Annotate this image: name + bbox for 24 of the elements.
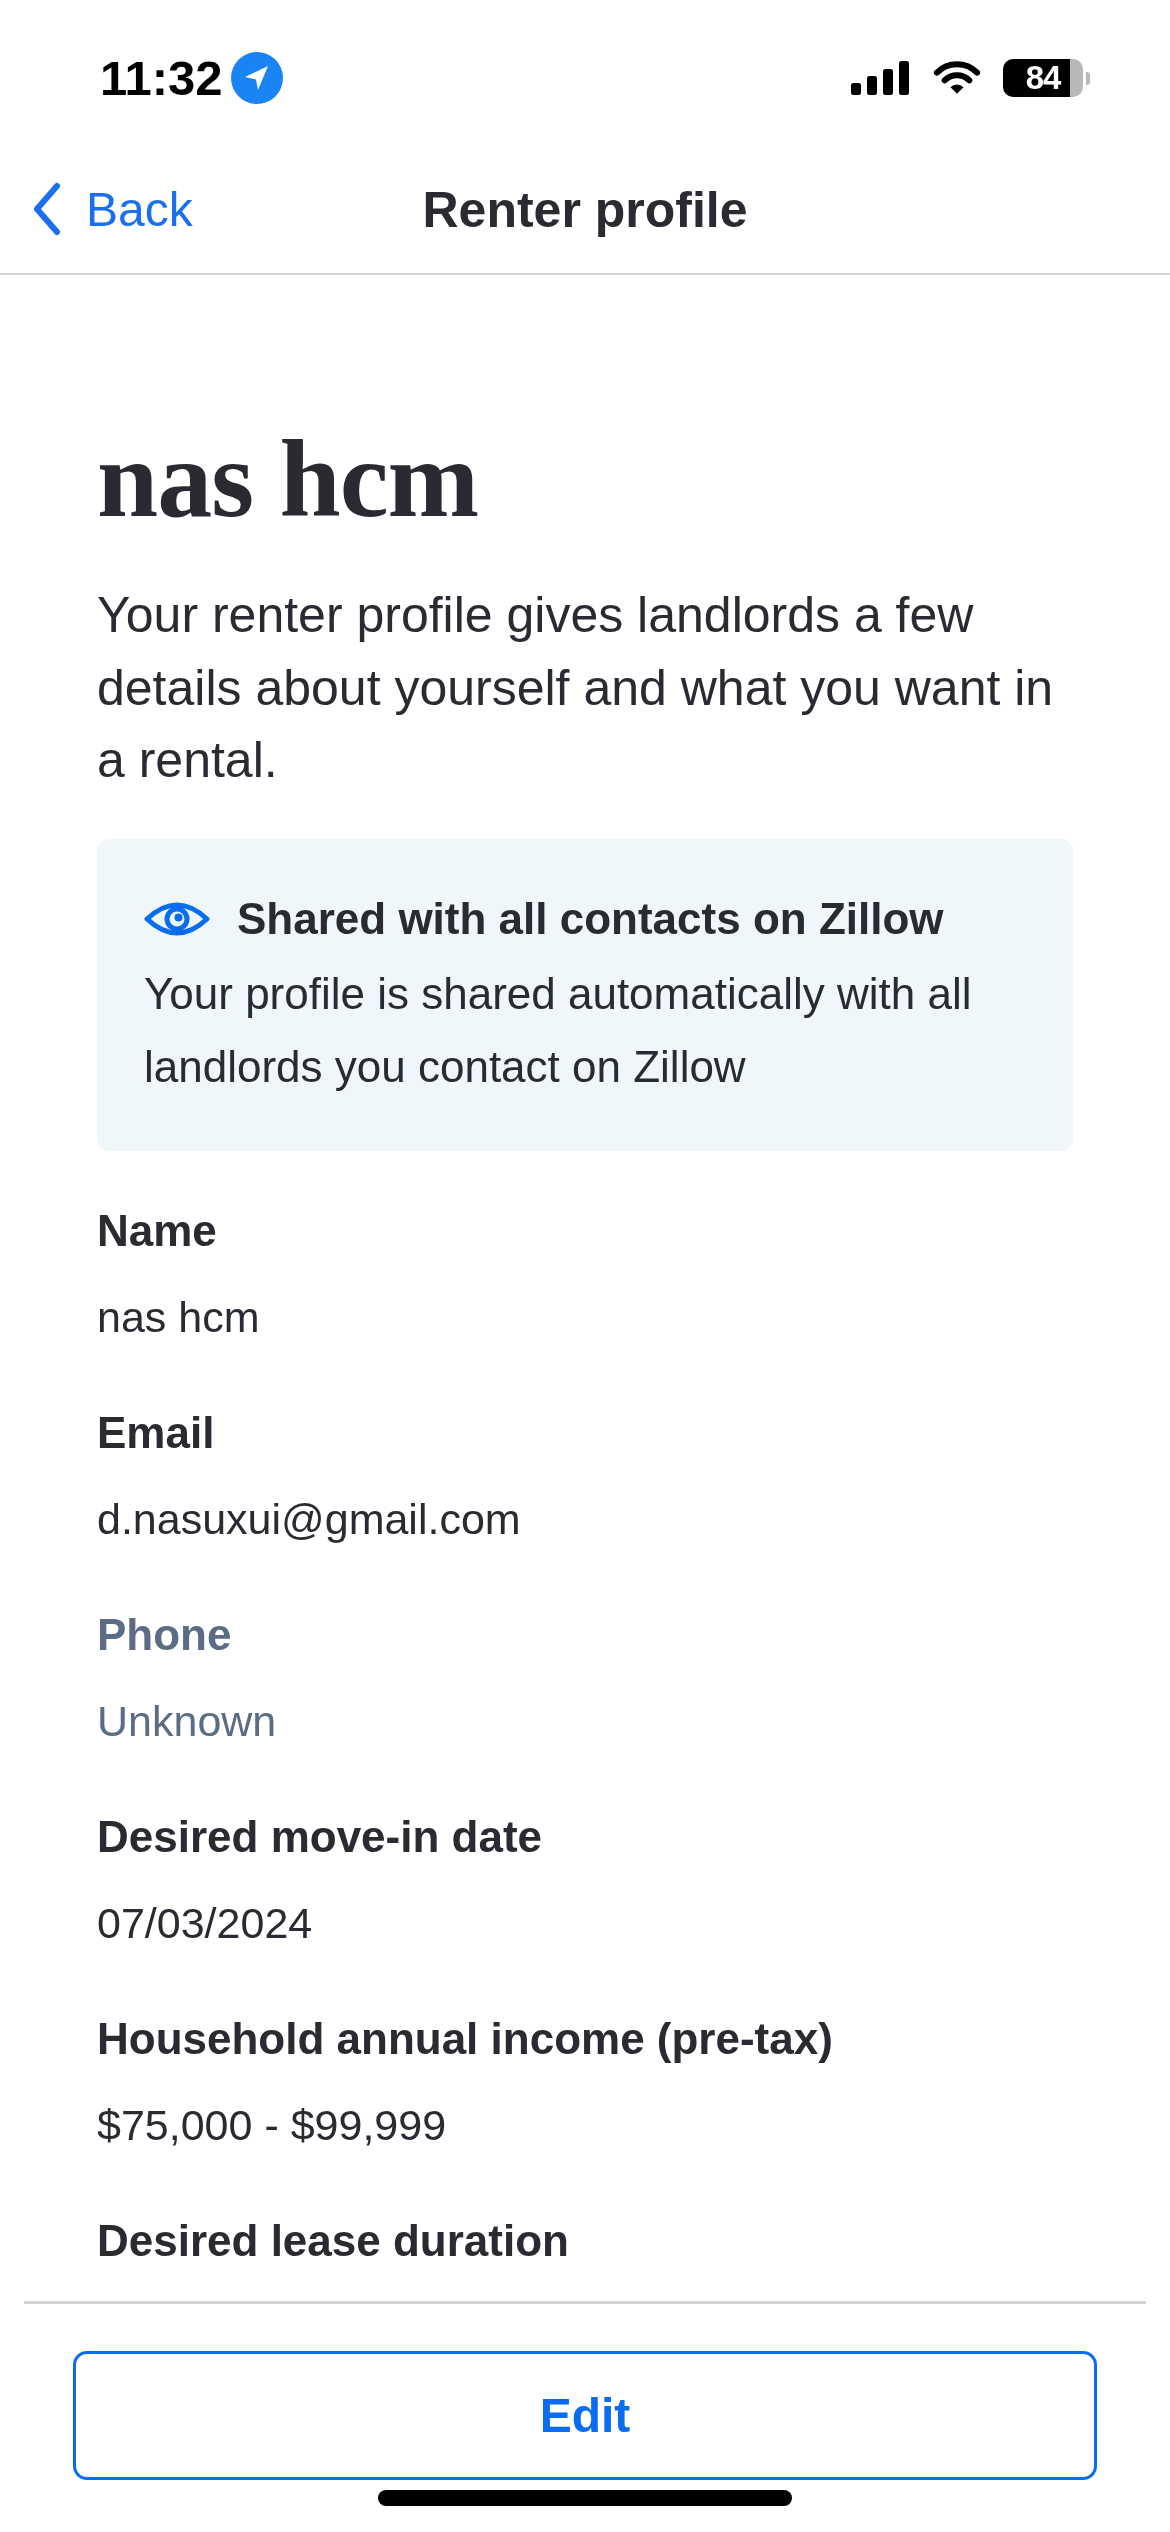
field-label: Desired move-in date	[97, 1810, 544, 1863]
field-value: Unknown	[97, 1695, 278, 1747]
intro-text: Your renter profile gives landlords a few details about yourself and what you want in a rental.	[97, 586, 1055, 791]
back-button[interactable]: Back	[26, 174, 199, 244]
eye-icon	[144, 899, 210, 938]
page-title: Renter profile	[422, 180, 748, 240]
field-label: Household annual income (pre-tax)	[97, 2012, 834, 2065]
field-label: Email	[97, 1406, 216, 1459]
field-value: nas hcm	[97, 1291, 261, 1343]
field-label: Desired lease duration	[97, 2214, 570, 2267]
battery-indicator: 84	[1003, 59, 1090, 97]
wifi-icon	[933, 61, 981, 95]
status-time: 11:32	[100, 50, 223, 107]
signal-icon	[851, 61, 909, 95]
edit-button[interactable]: Edit	[73, 2351, 1097, 2480]
field-label: Phone	[97, 1608, 233, 1661]
field-value: 07/03/2024	[97, 1897, 314, 1949]
notice-text: Your profile is shared automatically with all landlords you contact on Zillow	[144, 967, 973, 1093]
notice-title: Shared with all contacts on Zillow	[237, 892, 944, 945]
field-value: d.nasuxui@gmail.com	[97, 1493, 522, 1545]
chevron-left-icon	[32, 182, 62, 236]
field-value: $75,000 - $99,999	[97, 2099, 448, 2151]
profile-name-heading: nas hcm	[97, 419, 480, 539]
field-label: Name	[97, 1204, 218, 1257]
